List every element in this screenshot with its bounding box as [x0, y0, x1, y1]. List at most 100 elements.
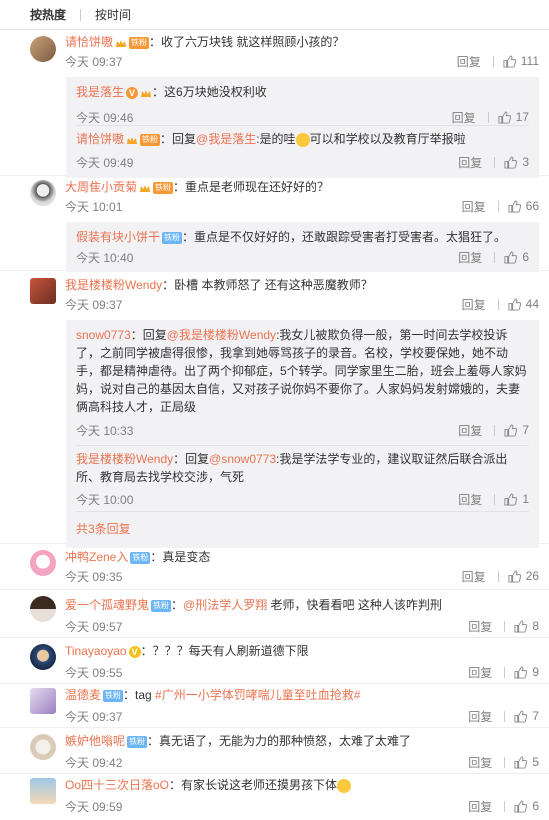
reply-prefix: ：回复 — [160, 132, 197, 146]
username-link[interactable]: 请恰饼嗷 — [65, 35, 113, 49]
like-button[interactable]: 5 — [514, 755, 539, 769]
thumbs-up-icon — [508, 569, 521, 583]
sort-divider — [80, 8, 82, 21]
fan-badge: 铁粉 — [127, 735, 148, 748]
username-link[interactable]: snow0773 — [76, 328, 131, 342]
like-button[interactable]: 6 — [514, 799, 539, 813]
meta-divider — [497, 570, 499, 582]
reply-button[interactable]: 回复 — [468, 664, 492, 681]
sort-by-hot-tab[interactable]: 按热度 — [30, 6, 66, 23]
avatar[interactable] — [30, 180, 56, 206]
reply-button[interactable]: 回复 — [462, 568, 486, 585]
verified-v-icon: V — [128, 645, 141, 658]
reply-button[interactable]: 回复 — [468, 754, 492, 771]
timestamp: 今天 09:35 — [65, 569, 123, 584]
reply-button[interactable]: 回复 — [458, 422, 482, 439]
comment-body: ：重点是老师现在还好好的？ — [173, 180, 330, 194]
fan-badge: 铁粉 — [140, 133, 161, 146]
meta-divider — [504, 620, 506, 632]
like-button[interactable]: 111 — [503, 54, 539, 68]
replies-box: snow0773：回复@我是楼楼粉Wendy:我女儿被欺负得一般，第一时间去学校… — [66, 320, 539, 548]
avatar[interactable] — [30, 278, 56, 304]
username-link[interactable]: 假装有块小饼干 — [76, 230, 160, 244]
reply-button[interactable]: 回复 — [468, 708, 492, 725]
fan-badge: 铁粉 — [103, 689, 124, 702]
fan-badge: 铁粉 — [151, 599, 172, 612]
meta-divider — [504, 800, 506, 812]
username-link[interactable]: Oo四十三次日落oO — [65, 778, 169, 792]
reply-body: :是的哇 — [256, 132, 296, 146]
comment-prefix: ：tag — [123, 688, 156, 702]
timestamp: 今天 09:37 — [65, 297, 123, 312]
thumbs-up-icon — [504, 155, 518, 169]
thumbs-up-icon — [514, 665, 528, 679]
comment: 请恰饼嗷 铁粉 ：收了六万块钱 就这样照顾小孩的？ 今天 09:37 回复 111 … — [0, 30, 549, 178]
reply-meta: 今天 09:46 回复 17 — [76, 107, 529, 127]
username-link[interactable]: 嫉妒他嗡呢 — [65, 734, 125, 748]
like-button[interactable]: 44 — [508, 297, 539, 311]
mention-link[interactable]: @刑法学人罗翔 — [183, 598, 267, 612]
reply-button[interactable]: 回复 — [468, 798, 492, 815]
comment-body: ：真是变态 — [150, 550, 211, 564]
username-link[interactable]: 请恰饼嗷 — [76, 132, 124, 146]
thumbs-up-icon — [514, 799, 528, 813]
mention-link[interactable]: @我是楼楼粉Wendy — [167, 328, 276, 342]
like-button[interactable]: 8 — [514, 619, 539, 633]
username-link[interactable]: 冲鸭Zene入 — [65, 550, 128, 564]
like-count: 9 — [532, 665, 539, 679]
username-link[interactable]: 大周隹小贡菊 — [65, 180, 137, 194]
comment: Tinayaoyao V ：？？？每天有人刷新道德下限 今天 09:55 回复 9 — [0, 638, 549, 684]
like-button[interactable]: 1 — [504, 492, 529, 506]
crying-emoji-icon — [337, 778, 352, 793]
avatar[interactable] — [30, 644, 56, 670]
reply-meta: 今天 10:33 回复 7 — [76, 420, 529, 440]
like-button[interactable]: 7 — [504, 423, 529, 437]
comment-text-line: 大周隹小贡菊 铁粉 ：重点是老师现在还好好的？ — [65, 178, 539, 196]
sub-reply: snow0773：回复@我是楼楼粉Wendy:我女儿被欺负得一般，第一时间去学校… — [76, 322, 529, 446]
comment-prefix: ： — [171, 598, 184, 612]
comment-body: 老师，快看看吧 这种人该咋判刑 — [267, 598, 442, 612]
comment-meta: 今天 09:35 回复 26 — [65, 566, 539, 586]
reply-button[interactable]: 回复 — [462, 296, 486, 313]
like-button[interactable]: 6 — [504, 250, 529, 264]
reply-button[interactable]: 回复 — [458, 154, 482, 171]
avatar[interactable] — [30, 36, 56, 62]
reply-button[interactable]: 回复 — [458, 491, 482, 508]
avatar[interactable] — [30, 734, 56, 760]
username-link[interactable]: 我是落生 — [76, 85, 124, 99]
username-link[interactable]: 温德麦 — [65, 688, 101, 702]
comment-body: ：真无语了，无能为力的那种愤怒，太难了太难了 — [147, 734, 412, 748]
fan-badge: 铁粉 — [162, 231, 183, 244]
like-button[interactable]: 7 — [514, 709, 539, 723]
reply-button[interactable]: 回复 — [457, 53, 481, 70]
like-button[interactable]: 26 — [508, 569, 539, 583]
meta-divider — [494, 251, 496, 263]
like-button[interactable]: 66 — [508, 199, 539, 213]
thumbs-up-icon — [504, 250, 518, 264]
sort-by-time-tab[interactable]: 按时间 — [95, 6, 131, 23]
username-link[interactable]: Tinayaoyao — [65, 644, 127, 658]
username-link[interactable]: 我是楼楼粉Wendy — [65, 278, 162, 292]
username-link[interactable]: 我是楼楼粉Wendy — [76, 452, 173, 466]
reply-button[interactable]: 回复 — [452, 109, 476, 126]
like-button[interactable]: 3 — [504, 155, 529, 169]
comment-meta: 今天 09:42 回复 5 — [65, 752, 539, 772]
crown-icon — [126, 134, 138, 146]
like-count: 17 — [515, 110, 529, 124]
reply-body: ：重点是不仅好好的，还敢跟踪受害者打受害者。太猖狂了。 — [182, 230, 507, 244]
like-button[interactable]: 17 — [498, 110, 529, 124]
topic-hashtag-link[interactable]: #广州一小学体罚哮喘儿童至吐血抢救# — [155, 688, 360, 702]
avatar[interactable] — [30, 688, 56, 714]
reply-button[interactable]: 回复 — [462, 198, 486, 215]
reply-button[interactable]: 回复 — [458, 249, 482, 266]
username-link[interactable]: 爱一个孤魂野鬼 — [65, 598, 149, 612]
mention-link[interactable]: @snow0773 — [209, 452, 276, 466]
mention-link[interactable]: @我是落生 — [196, 132, 256, 146]
reply-meta: 今天 10:00 回复 1 — [76, 489, 529, 509]
like-button[interactable]: 9 — [514, 665, 539, 679]
avatar[interactable] — [30, 596, 56, 622]
reply-button[interactable]: 回复 — [468, 618, 492, 635]
more-replies-link[interactable]: 共3条回复 — [76, 512, 529, 542]
avatar[interactable] — [30, 550, 56, 576]
avatar[interactable] — [30, 778, 56, 804]
